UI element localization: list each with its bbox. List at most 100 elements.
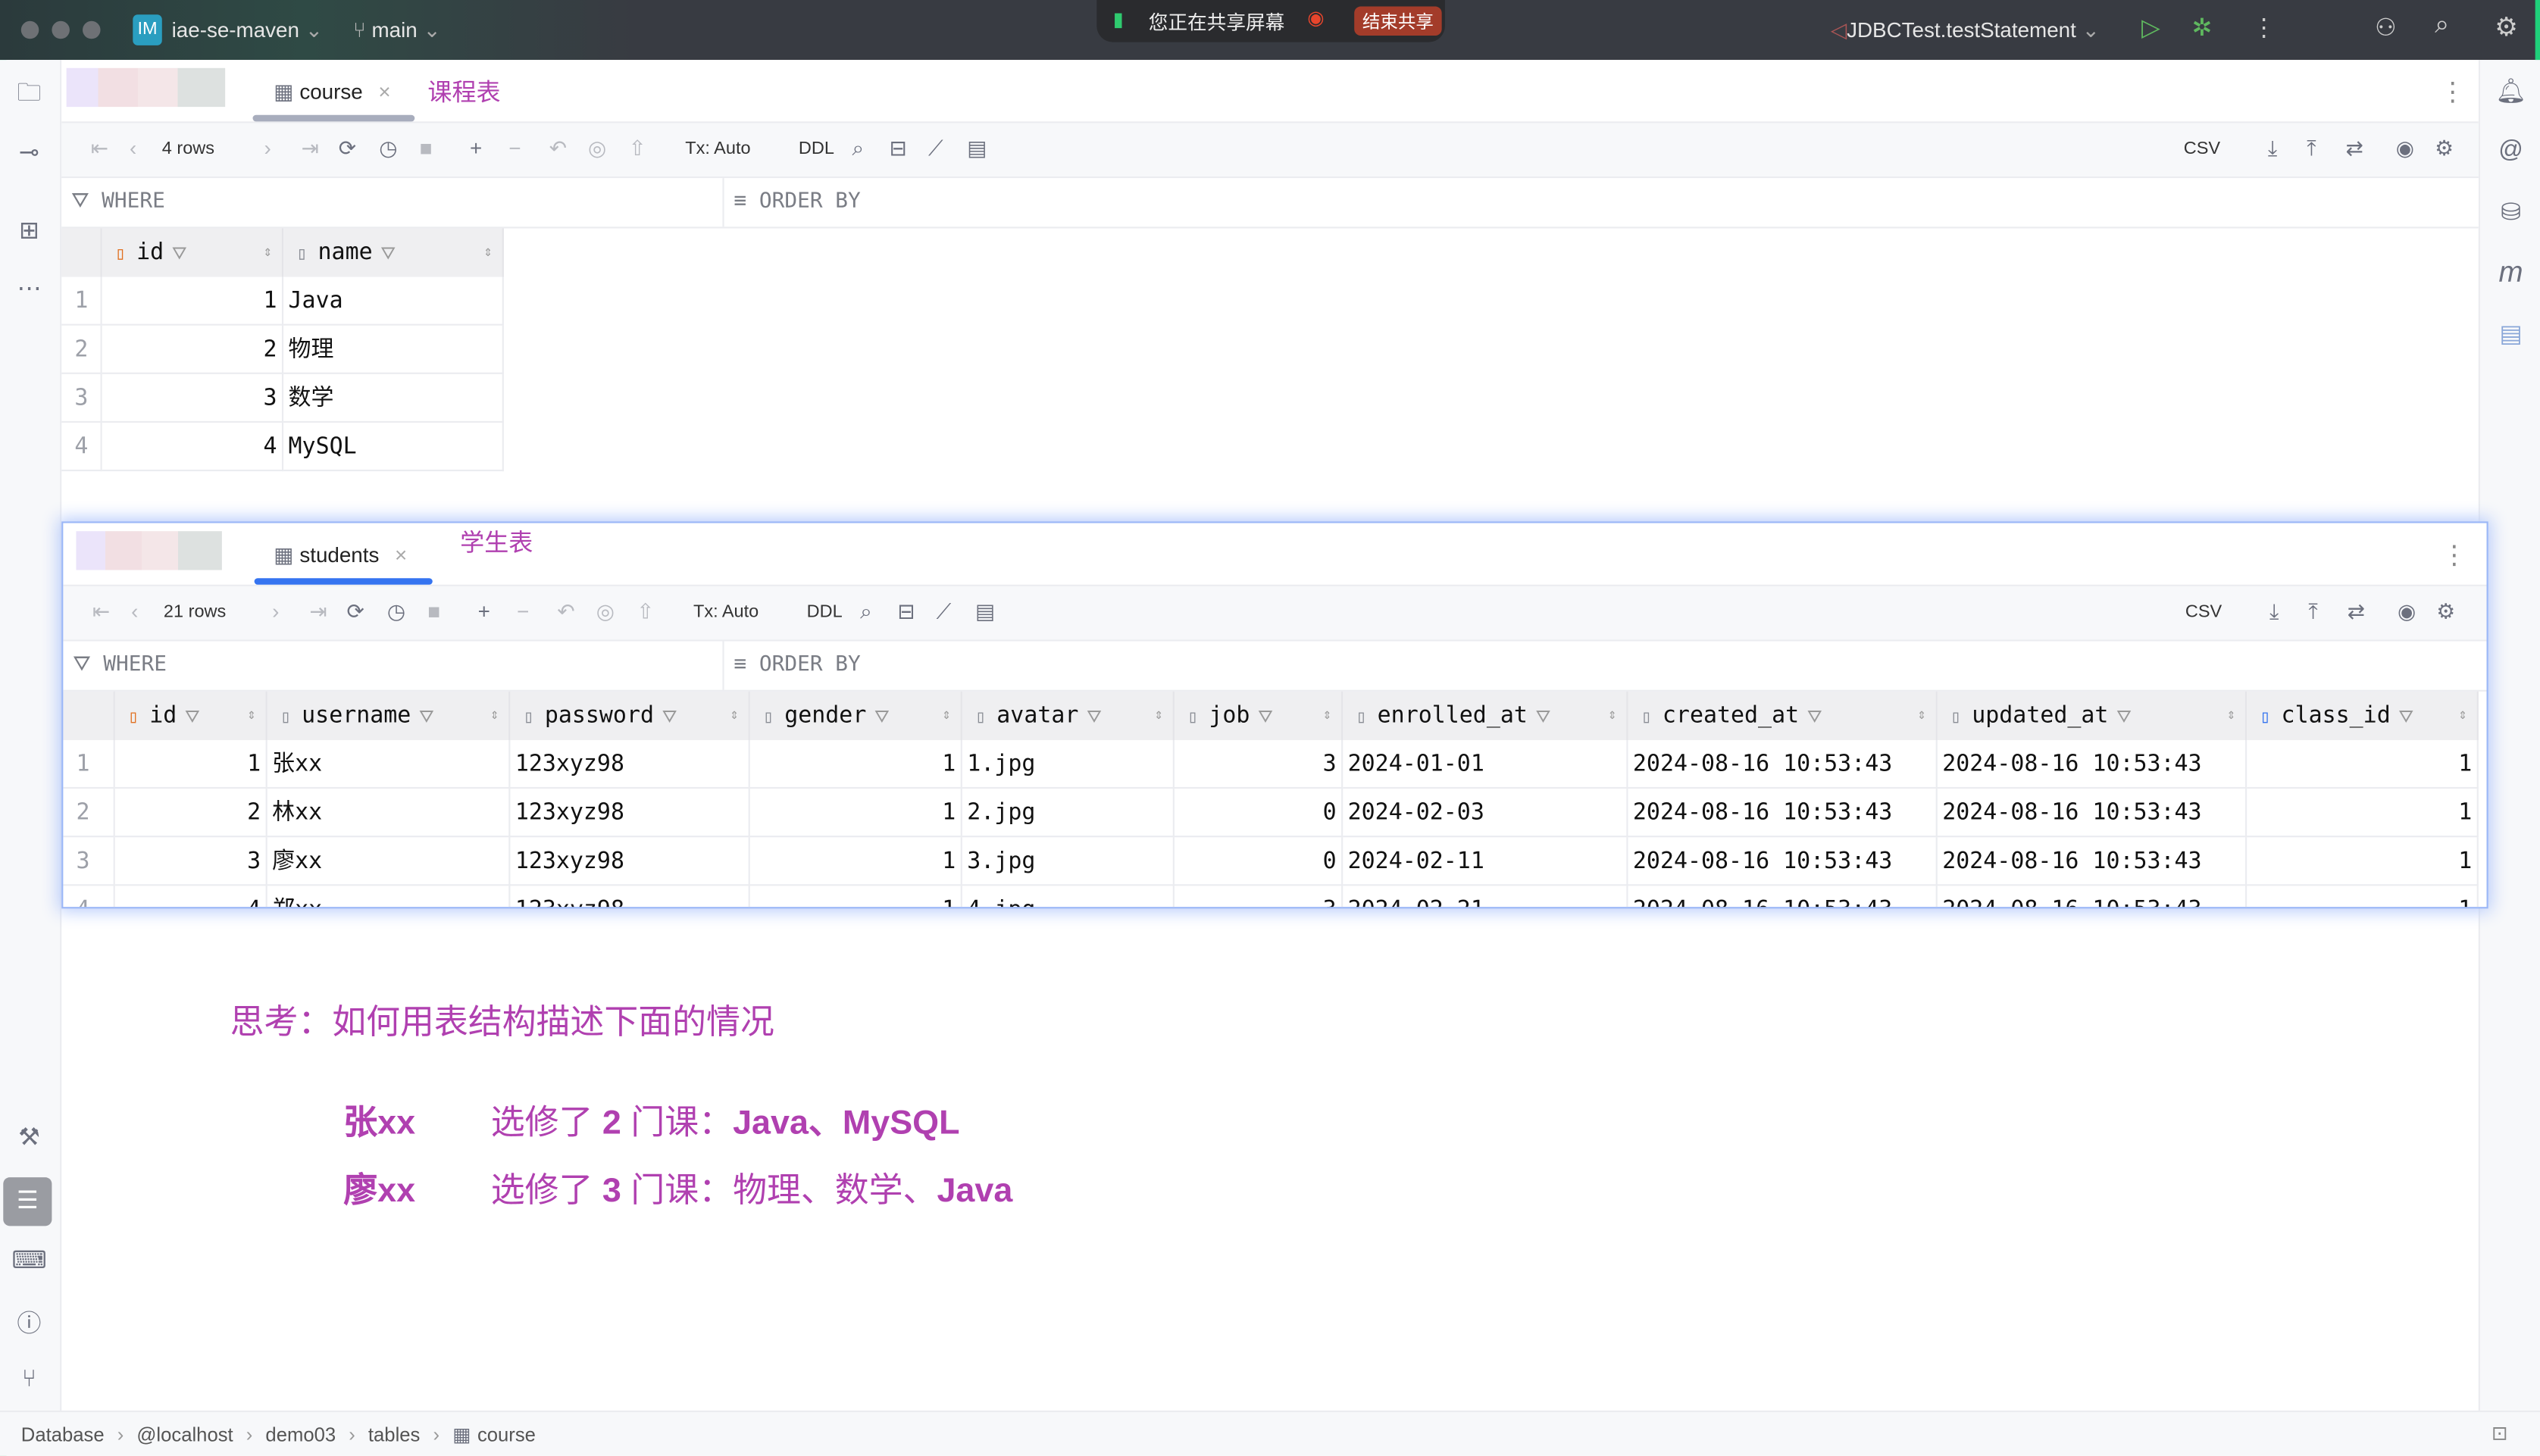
breadcrumb-item[interactable]: @localhost [136, 1423, 233, 1446]
table-cell[interactable]: 1 [2247, 739, 2479, 789]
filter-icon[interactable]: ⛛ [419, 706, 434, 727]
sort-icon[interactable]: ⇕ [264, 228, 273, 277]
project-selector[interactable]: iae-se-maven ⌄ [172, 18, 323, 44]
window-zoom-button[interactable] [83, 20, 101, 39]
filter-icon[interactable]: ⛛ [172, 243, 187, 264]
next-page-icon[interactable]: › [264, 136, 271, 161]
where-filter[interactable]: ⛛ WHERE [71, 189, 165, 214]
transpose-icon[interactable]: ▤ [975, 599, 995, 625]
table-cell[interactable]: 1 [749, 789, 962, 838]
add-row-icon[interactable]: + [470, 136, 482, 161]
column-header[interactable]: ▯ username ⛛ ⇕ [267, 691, 511, 740]
transaction-mode-selector[interactable]: Tx: Auto [685, 139, 750, 159]
table-cell[interactable]: 2024-01-01 [1343, 739, 1628, 789]
prev-page-icon[interactable]: ‹ [131, 599, 138, 623]
table-cell[interactable]: 123xyz98 [510, 739, 750, 789]
column-header[interactable]: ▯ gender ⛛ ⇕ [749, 691, 962, 740]
remove-row-icon[interactable]: − [517, 599, 529, 623]
table-cell[interactable]: 2024-08-16 10:53:43 [1628, 837, 1938, 886]
filter-icon[interactable]: ⛛ [2116, 706, 2132, 727]
settings-icon[interactable]: ⚙ [2495, 11, 2518, 44]
table-cell[interactable]: 3 [1174, 739, 1344, 789]
filter-view-icon[interactable]: ⊟ [897, 599, 915, 625]
revert-icon[interactable]: ↶ [557, 599, 574, 625]
table-cell[interactable]: 2.jpg [962, 789, 1175, 838]
ddl-button[interactable]: DDL [807, 602, 843, 622]
add-user-icon[interactable]: ⚇ [2375, 13, 2397, 42]
table-cell[interactable]: 1 [2247, 837, 2479, 886]
folder-icon[interactable]: 🗀 [11, 76, 47, 116]
ddl-button[interactable]: DDL [799, 139, 834, 159]
table-cell[interactable]: 郑xx [267, 886, 511, 908]
sciview-icon[interactable]: ▤ [2493, 319, 2529, 348]
settings-icon[interactable]: ⚙ [2435, 136, 2454, 162]
history-icon[interactable]: ◷ [379, 136, 397, 162]
run-icon[interactable]: ▷ [2141, 13, 2160, 42]
next-page-icon[interactable]: › [272, 599, 279, 623]
filter-icon[interactable]: ⛛ [662, 706, 677, 727]
sort-icon[interactable]: ⇕ [1917, 692, 1926, 740]
filter-icon[interactable]: ⛛ [1087, 706, 1102, 727]
terminal-icon[interactable]: ⌨ [11, 1245, 47, 1274]
column-header[interactable]: ▯ password ⛛ ⇕ [510, 691, 750, 740]
table-cell[interactable]: 3 [114, 837, 267, 886]
rows-selector[interactable]: 4 rows [162, 139, 214, 159]
table-cell[interactable]: 2 [114, 789, 267, 838]
last-page-icon[interactable]: ⇥ [302, 136, 319, 162]
breadcrumb-item[interactable]: course [477, 1423, 536, 1446]
table-cell[interactable]: 0 [1174, 837, 1344, 886]
filter-view-icon[interactable]: ⊟ [890, 136, 907, 162]
column-header[interactable]: ▯ job ⛛ ⇕ [1174, 691, 1344, 740]
sort-icon[interactable]: ⇕ [2227, 692, 2236, 740]
column-header[interactable]: ▯ id ⛛ ⇕ [102, 228, 284, 277]
close-icon[interactable]: × [378, 80, 390, 104]
table-cell[interactable]: 2024-08-16 10:53:43 [1937, 789, 2248, 838]
table-cell[interactable]: 123xyz98 [510, 837, 750, 886]
table-cell[interactable]: 2024-02-11 [1343, 837, 1628, 886]
tab-students[interactable]: ▦ students × [274, 542, 407, 568]
lock-icon[interactable]: ⊡ [2492, 1422, 2508, 1445]
stop-icon[interactable]: ■ [420, 136, 433, 161]
table-cell[interactable]: 2024-08-16 10:53:43 [1628, 789, 1938, 838]
table-cell[interactable]: 张xx [267, 739, 511, 789]
more-icon[interactable]: ⋮ [2441, 539, 2467, 572]
table-cell[interactable]: 4 [115, 886, 267, 908]
table-cell[interactable]: 4 [102, 422, 284, 472]
transaction-mode-selector[interactable]: Tx: Auto [693, 602, 759, 622]
filter-icon[interactable]: ⛛ [1536, 706, 1551, 727]
table-cell[interactable]: 3.jpg [962, 837, 1175, 886]
branch-selector[interactable]: ⑂ main ⌄ [353, 18, 441, 44]
view-icon[interactable]: ◉ [2398, 599, 2416, 625]
sort-icon[interactable]: ⇕ [942, 692, 951, 740]
table-cell[interactable]: 1 [749, 739, 962, 789]
table-cell[interactable]: 2024-02-21 [1343, 886, 1628, 908]
refresh-icon[interactable]: ⟳ [346, 599, 364, 625]
column-header[interactable]: ▯ avatar ⛛ ⇕ [962, 691, 1175, 740]
table-cell[interactable]: 3 [1175, 886, 1344, 908]
prev-page-icon[interactable]: ‹ [130, 136, 136, 161]
sort-icon[interactable]: ⇕ [1154, 692, 1163, 740]
end-share-button[interactable]: 结束共享 [1354, 6, 1442, 36]
view-icon[interactable]: ◉ [2396, 136, 2414, 162]
order-by-filter[interactable]: ≡ ORDER BY [734, 189, 860, 214]
table-cell[interactable]: 1 [750, 886, 962, 908]
table-cell[interactable]: 2024-08-16 10:53:43 [1628, 739, 1938, 789]
breadcrumb-item[interactable]: Database [21, 1423, 105, 1446]
transpose-icon[interactable]: ▤ [967, 136, 987, 162]
filter-icon[interactable]: ⛛ [1258, 706, 1273, 727]
table-cell[interactable]: 1 [2247, 789, 2479, 838]
column-header[interactable]: ▯ created_at ⛛ ⇕ [1628, 691, 1938, 740]
commit-icon[interactable]: ⊸ [11, 138, 47, 167]
column-header[interactable]: ▯ enrolled_at ⛛ ⇕ [1343, 691, 1628, 740]
window-minimize-button[interactable] [52, 20, 70, 39]
filter-icon[interactable]: ⛛ [185, 706, 200, 727]
sort-icon[interactable]: ⇕ [247, 692, 256, 740]
upload-icon[interactable]: ⤒ [2308, 599, 2317, 625]
table-cell[interactable]: MySQL [283, 422, 504, 472]
column-header[interactable]: ▯ class_id ⛛ ⇕ [2247, 691, 2479, 740]
rows-selector[interactable]: 21 rows [164, 602, 226, 622]
table-cell[interactable]: 物理 [283, 325, 504, 374]
search-icon[interactable]: ⌕ [860, 599, 872, 625]
structure-icon[interactable]: ⊞ [11, 215, 47, 244]
window-close-button[interactable] [20, 20, 39, 39]
